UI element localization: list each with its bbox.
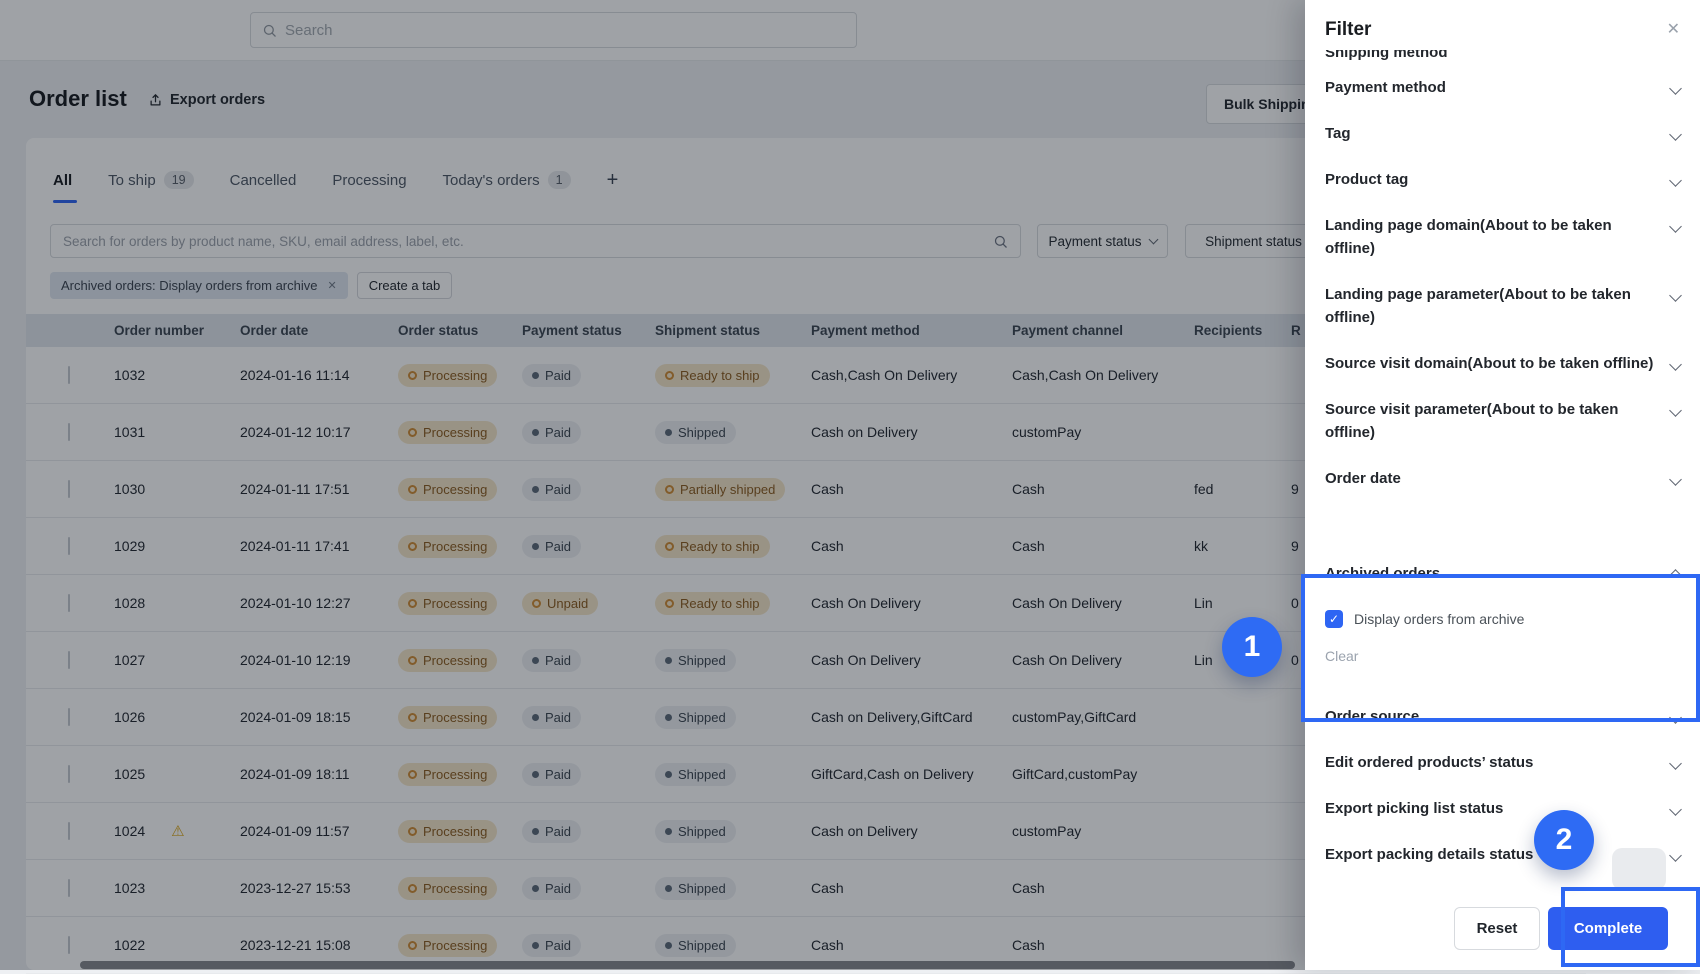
archived-orders-section: Archived orders ✓ Display orders from ar…: [1325, 545, 1682, 693]
filter-section-row[interactable]: Product tag: [1325, 156, 1682, 202]
archived-orders-header[interactable]: Archived orders: [1325, 565, 1682, 582]
filter-panel-title: Filter: [1325, 18, 1372, 40]
filter-section-row[interactable]: Landing page parameter(About to be taken…: [1325, 271, 1682, 340]
close-icon[interactable]: ✕: [1667, 21, 1680, 38]
filter-section-label: Source visit domain(About to be taken of…: [1325, 354, 1654, 372]
filter-section-label: Order date: [1325, 469, 1401, 487]
annotation-step-1: 1: [1222, 617, 1282, 677]
chevron-down-icon[interactable]: [1669, 357, 1682, 371]
filter-section-row[interactable]: Landing page domain(About to be taken of…: [1325, 202, 1682, 271]
filter-section-list: Shipping method Payment method Tag Produ…: [1305, 50, 1700, 877]
chevron-down-icon[interactable]: [1669, 848, 1682, 862]
filter-section-label: Landing page domain(About to be taken of…: [1325, 216, 1612, 257]
filter-section-label: Tag: [1325, 124, 1351, 142]
chevron-down-icon[interactable]: [1669, 127, 1682, 141]
chevron-down-icon[interactable]: [1669, 173, 1682, 187]
chevron-up-icon[interactable]: [1669, 569, 1682, 582]
filter-section-label: Order source: [1325, 707, 1420, 725]
filter-section-row[interactable]: Order source: [1325, 693, 1682, 739]
chevron-down-icon[interactable]: [1669, 472, 1682, 486]
filter-section-label: Export picking list status: [1325, 799, 1504, 817]
filter-section-row[interactable]: Edit ordered products’ status: [1325, 739, 1682, 785]
chevron-down-icon[interactable]: [1669, 403, 1682, 417]
chevron-down-icon[interactable]: [1669, 219, 1682, 233]
filter-section-label: Landing page parameter(About to be taken…: [1325, 285, 1631, 326]
archive-checkbox-row[interactable]: ✓ Display orders from archive: [1325, 610, 1680, 628]
clear-link[interactable]: Clear: [1325, 648, 1680, 664]
filter-section-row[interactable]: Source visit domain(About to be taken of…: [1325, 340, 1682, 386]
reset-button[interactable]: Reset: [1454, 907, 1540, 950]
filter-panel: Filter ✕ Shipping method Payment method …: [1305, 0, 1700, 970]
filter-section-label: Archived orders: [1325, 565, 1441, 582]
archive-checkbox-label: Display orders from archive: [1354, 611, 1525, 627]
filter-section-label: Product tag: [1325, 170, 1409, 188]
chevron-down-icon[interactable]: [1669, 81, 1682, 95]
filter-section-row[interactable]: Export picking list status: [1325, 785, 1682, 831]
chevron-down-icon[interactable]: [1669, 802, 1682, 816]
chevron-down-icon[interactable]: [1669, 288, 1682, 302]
filter-section-row[interactable]: Order date: [1325, 455, 1682, 501]
filter-section-row[interactable]: Payment method: [1325, 64, 1682, 110]
filter-section-row[interactable]: Source visit parameter(About to be taken…: [1325, 386, 1682, 455]
filter-section-label: Edit ordered products’ status: [1325, 753, 1534, 771]
filter-section-row[interactable]: Tag: [1325, 110, 1682, 156]
filter-section-label: Source visit parameter(About to be taken…: [1325, 400, 1619, 441]
filter-section-label: Export packing details status: [1325, 845, 1534, 863]
complete-button[interactable]: Complete: [1548, 907, 1668, 950]
filter-section-label: Shipping method: [1325, 50, 1448, 61]
annotation-step-2: 2: [1534, 810, 1594, 870]
chevron-down-icon[interactable]: [1669, 756, 1682, 770]
checkbox-checked-icon[interactable]: ✓: [1325, 610, 1343, 628]
chevron-down-icon[interactable]: [1669, 710, 1682, 724]
filter-section-label: Payment method: [1325, 78, 1446, 96]
filter-section-row[interactable]: Shipping method: [1325, 50, 1680, 64]
floating-button[interactable]: [1612, 848, 1666, 890]
filter-panel-footer: Reset Complete: [1305, 887, 1700, 970]
